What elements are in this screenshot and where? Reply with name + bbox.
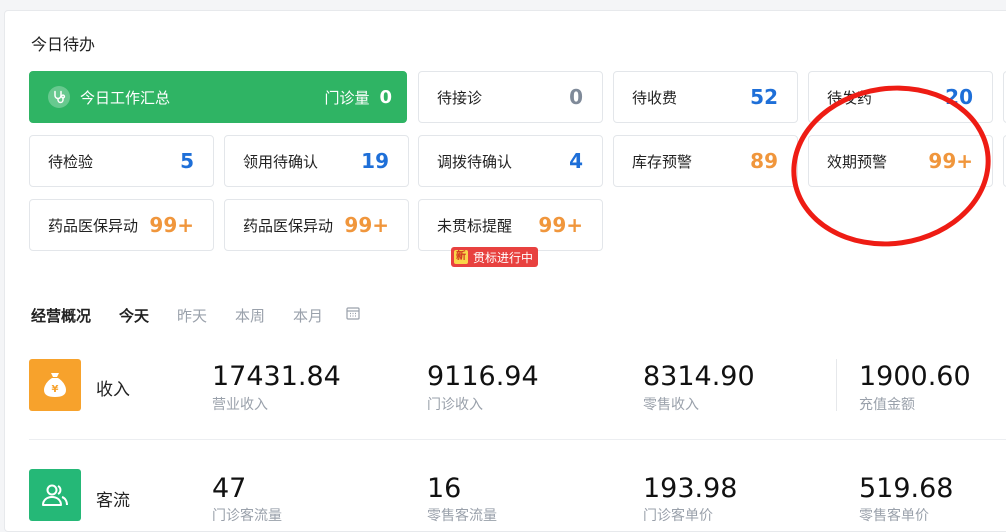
standard-progress-badge: 新 贯标进行中 — [451, 247, 539, 267]
tab-today[interactable]: 今天 — [119, 305, 149, 326]
summary-label: 今日工作汇总 — [80, 88, 171, 107]
card-drug-insurance-change[interactable]: 药品医保异动 99+ — [29, 199, 214, 251]
card-value: 4 — [569, 149, 583, 173]
calendar-icon[interactable] — [346, 305, 360, 324]
svg-text:¥: ¥ — [52, 384, 59, 395]
card-label: 药品医保异动 — [48, 216, 139, 235]
section-title-todo: 今日待办 — [31, 35, 96, 54]
row-divider — [29, 439, 1006, 440]
metric-value: 8314.90 — [643, 361, 755, 392]
todo-panel: 今日待办 今日工作汇总 门诊量 0 待接诊 0 待收费 52 待发药 20 待检… — [4, 10, 1006, 532]
metric-value: 9116.94 — [427, 361, 539, 392]
visits-label: 门诊量 — [324, 88, 370, 107]
tab-this-month[interactable]: 本月 — [293, 305, 323, 326]
metric-label: 零售客单价 — [859, 508, 929, 524]
card-label: 待发药 — [827, 88, 873, 107]
metric-label: 零售收入 — [643, 397, 699, 413]
card-label: 未贯标提醒 — [437, 216, 513, 235]
metric-label: 充值金额 — [859, 397, 915, 413]
card-pending-charge[interactable]: 待收费 52 — [613, 71, 798, 123]
income-label: 收入 — [96, 380, 130, 400]
card-label: 领用待确认 — [243, 152, 319, 171]
card-requisition-confirm[interactable]: 领用待确认 19 — [224, 135, 409, 187]
metric-label: 零售客流量 — [427, 508, 497, 524]
visits-value: 0 — [379, 86, 392, 108]
new-tag: 新 — [454, 250, 468, 264]
metric-value: 47 — [212, 473, 247, 504]
section-title-overview: 经营概况 — [31, 307, 92, 325]
card-stock-warning[interactable]: 库存预警 89 — [613, 135, 798, 187]
card-label: 待检验 — [48, 152, 94, 171]
badge-text: 贯标进行中 — [473, 250, 534, 265]
users-icon — [29, 469, 81, 521]
card-standard-reminder[interactable]: 未贯标提醒 99+ — [418, 199, 603, 251]
card-value: 0 — [569, 85, 583, 109]
today-summary-card[interactable]: 今日工作汇总 门诊量 0 — [29, 71, 407, 123]
card-value: 99+ — [344, 213, 389, 237]
metric-label: 营业收入 — [212, 397, 268, 413]
money-bag-icon: ¥ — [29, 359, 81, 411]
card-pending-lab[interactable]: 待检验 5 — [29, 135, 214, 187]
card-value: 52 — [750, 85, 778, 109]
card-label: 药品医保异动 — [243, 216, 334, 235]
card-value: 99+ — [538, 213, 583, 237]
card-value: 20 — [945, 85, 973, 109]
card-pending-consult[interactable]: 待接诊 0 — [418, 71, 603, 123]
card-transfer-confirm[interactable]: 调拨待确认 4 — [418, 135, 603, 187]
divider — [836, 359, 837, 411]
card-label: 待接诊 — [437, 88, 483, 107]
metric-label: 门诊收入 — [427, 397, 483, 413]
card-value: 5 — [180, 149, 194, 173]
card-label: 效期预警 — [827, 152, 888, 171]
metric-value: 17431.84 — [212, 361, 341, 392]
metric-value: 16 — [427, 473, 462, 504]
card-label: 待收费 — [632, 88, 678, 107]
card-pending-dispense[interactable]: 待发药 20 — [808, 71, 993, 123]
card-label: 库存预警 — [632, 152, 693, 171]
tab-this-week[interactable]: 本周 — [235, 305, 265, 326]
metric-value: 519.68 — [859, 473, 954, 504]
card-value: 19 — [361, 149, 389, 173]
card-label: 调拨待确认 — [437, 152, 513, 171]
card-expiry-warning[interactable]: 效期预警 99+ — [808, 135, 993, 187]
card-value: 89 — [750, 149, 778, 173]
metric-value: 1900.60 — [859, 361, 971, 392]
tab-yesterday[interactable]: 昨天 — [177, 305, 207, 326]
card-value: 99+ — [149, 213, 194, 237]
card-drug-insurance-change-2[interactable]: 药品医保异动 99+ — [224, 199, 409, 251]
metric-value: 193.98 — [643, 473, 738, 504]
stethoscope-icon — [48, 86, 70, 108]
metric-label: 门诊客单价 — [643, 508, 713, 524]
card-value: 99+ — [928, 149, 973, 173]
traffic-label: 客流 — [96, 491, 130, 511]
metric-label: 门诊客流量 — [212, 508, 282, 524]
